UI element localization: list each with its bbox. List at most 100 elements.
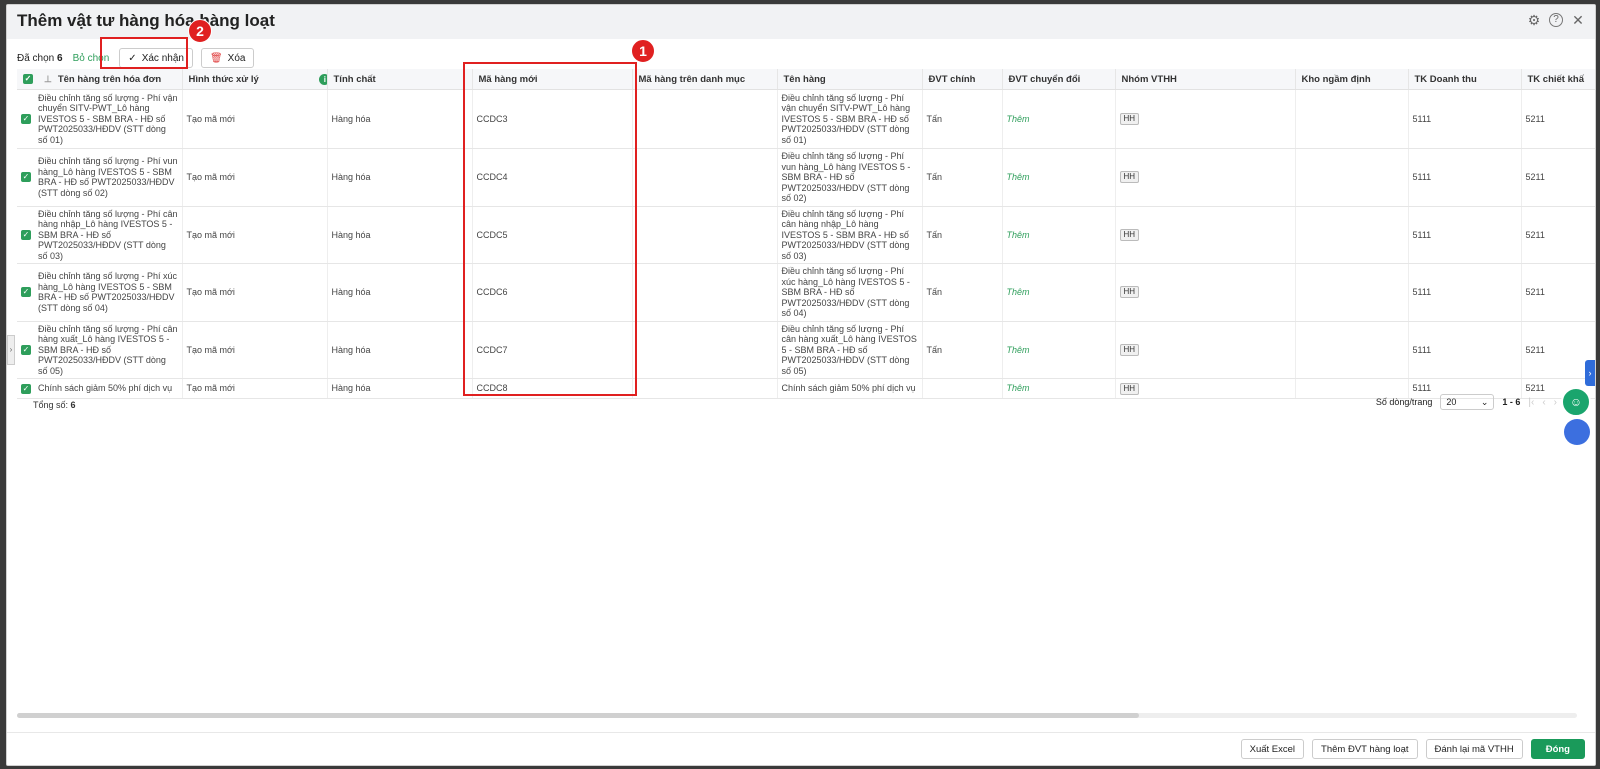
cell-group[interactable]: HH [1115,148,1296,207]
row-checkbox[interactable]: ✓ [21,344,31,355]
cell-catalog-code[interactable] [632,321,778,379]
cell-nature[interactable]: Hàng hóa [327,89,473,149]
select-all-checkbox[interactable]: ✓ [23,74,33,84]
col-revenue-account[interactable]: TK Doanh thu [1408,69,1522,90]
add-unit-link[interactable]: Thêm [1007,230,1030,240]
cell-invoice-name[interactable]: ✓ Điều chỉnh tăng số lượng - Phí vận chuy… [17,89,183,149]
table-row[interactable]: ✓ Điều chỉnh tăng số lượng - Phí cân hàng… [17,206,1595,264]
cell-discount-account[interactable]: 5211 [1521,321,1595,379]
col-warehouse[interactable]: Kho ngầm định [1295,69,1409,90]
row-checkbox[interactable]: ✓ [21,172,31,183]
cell-nature[interactable]: Hàng hóa [327,263,473,322]
first-page-icon[interactable]: |‹ [1528,397,1534,408]
col-method[interactable]: Hình thức xử lý i [182,69,328,90]
cell-revenue-account[interactable]: 5111 [1408,263,1522,322]
next-page-icon[interactable]: › [1554,397,1557,408]
cell-conv-unit[interactable]: Thêm [1002,148,1116,207]
cell-group[interactable]: HH [1115,89,1296,149]
row-checkbox[interactable]: ✓ [21,287,31,298]
assistant-bubble[interactable] [1564,419,1590,445]
help-icon[interactable]: ? [1549,13,1563,27]
cell-discount-account[interactable]: 5211 [1521,148,1595,207]
renumber-button[interactable]: Đánh lại mã VTHH [1425,739,1523,759]
col-conv-unit[interactable]: ĐVT chuyển đổi [1002,69,1116,90]
cell-invoice-name[interactable]: ✓ Điều chỉnh tăng số lượng - Phí xúc hàng… [17,263,183,322]
add-units-button[interactable]: Thêm ĐVT hàng loạt [1312,739,1418,759]
table-row[interactable]: ✓ Điều chỉnh tăng số lượng - Phí vun hàng… [17,148,1595,207]
cell-name[interactable]: Điều chỉnh tăng số lượng - Phí vận chuyể… [777,89,923,149]
col-group[interactable]: Nhóm VTHH [1115,69,1296,90]
cell-unit[interactable]: Tấn [922,263,1003,322]
export-excel-button[interactable]: Xuất Excel [1240,739,1305,759]
cell-name[interactable]: Điều chỉnh tăng số lượng - Phí cân hàng … [777,206,923,264]
row-checkbox[interactable]: ✓ [21,114,31,124]
cell-unit[interactable]: Tấn [922,148,1003,207]
col-unit[interactable]: ĐVT chính [922,69,1003,90]
info-icon[interactable]: i [319,73,326,85]
cell-revenue-account[interactable]: 5111 [1408,321,1522,379]
cell-method[interactable]: Tạo mã mới [182,206,328,264]
cell-catalog-code[interactable] [632,206,778,264]
cell-revenue-account[interactable]: 5111 [1408,206,1522,264]
chat-icon[interactable]: ☺ [1561,387,1591,417]
cell-unit[interactable]: Tấn [922,89,1003,149]
cell-warehouse[interactable] [1295,321,1409,379]
cell-name[interactable]: Điều chỉnh tăng số lượng - Phí cân hàng … [777,321,923,379]
cell-revenue-account[interactable]: 5111 [1408,89,1522,149]
cell-nature[interactable]: Hàng hóa [327,148,473,207]
delete-button[interactable]: 🗑 Xóa [200,48,255,68]
cell-conv-unit[interactable]: Thêm [1002,206,1116,264]
cell-discount-account[interactable]: 5211 [1521,89,1595,149]
scrollbar-thumb[interactable] [17,713,1139,718]
col-invoice-name[interactable]: ✓ ⊥ Tên hàng trên hóa đơn [17,69,183,90]
horizontal-scrollbar[interactable] [17,713,1577,718]
prev-page-icon[interactable]: ‹ [1542,397,1545,408]
col-catalog-code[interactable]: Mã hàng trên danh mục [632,69,778,90]
table-row[interactable]: ✓ Điều chỉnh tăng số lượng - Phí xúc hàng… [17,263,1595,322]
cell-name[interactable]: Điều chỉnh tăng số lượng - Phí xúc hàng_… [777,263,923,322]
cell-nature[interactable]: Hàng hóa [327,206,473,264]
col-name[interactable]: Tên hàng [777,69,923,90]
cell-group[interactable]: HH [1115,263,1296,322]
cell-method[interactable]: Tạo mã mới [182,148,328,207]
add-unit-link[interactable]: Thêm [1007,114,1030,124]
cell-warehouse[interactable] [1295,89,1409,149]
cell-warehouse[interactable] [1295,148,1409,207]
row-checkbox[interactable]: ✓ [21,229,31,240]
pin-icon[interactable]: ⊥ [44,74,52,85]
cell-revenue-account[interactable]: 5111 [1408,148,1522,207]
cell-conv-unit[interactable]: Thêm [1002,263,1116,322]
cell-invoice-name[interactable]: ✓ Điều chỉnh tăng số lượng - Phí vun hàng… [17,148,183,207]
cell-unit[interactable]: Tấn [922,321,1003,379]
cell-invoice-name[interactable]: ✓ Điều chỉnh tăng số lượng - Phí cân hàng… [17,321,183,379]
left-collapse-handle[interactable]: › [7,335,15,365]
table-row[interactable]: ✓ Điều chỉnh tăng số lượng - Phí cân hàng… [17,321,1595,379]
cell-conv-unit[interactable]: Thêm [1002,89,1116,149]
cell-catalog-code[interactable] [632,263,778,322]
gear-icon[interactable]: ⚙ [1527,13,1541,27]
rows-per-page-select[interactable]: 20 ⌄ [1440,394,1495,410]
cell-method[interactable]: Tạo mã mới [182,321,328,379]
table-row[interactable]: ✓ Điều chỉnh tăng số lượng - Phí vận chuy… [17,89,1595,149]
close-icon[interactable]: ✕ [1571,13,1585,27]
cell-conv-unit[interactable]: Thêm [1002,321,1116,379]
cell-group[interactable]: HH [1115,206,1296,264]
cell-group[interactable]: HH [1115,321,1296,379]
right-panel-tab[interactable]: › [1585,360,1595,386]
cell-invoice-name[interactable]: ✓ Điều chỉnh tăng số lượng - Phí cân hàng… [17,206,183,264]
close-button[interactable]: Đóng [1530,739,1585,759]
row-checkbox[interactable]: ✓ [21,383,31,394]
add-unit-link[interactable]: Thêm [1007,287,1030,297]
col-nature[interactable]: Tính chất [327,69,473,90]
cell-name[interactable]: Điều chỉnh tăng số lượng - Phí vun hàng_… [777,148,923,207]
cell-warehouse[interactable] [1295,263,1409,322]
cell-warehouse[interactable] [1295,206,1409,264]
add-unit-link[interactable]: Thêm [1007,383,1030,393]
col-discount-account[interactable]: TK chiết khấ [1521,69,1595,90]
cell-method[interactable]: Tạo mã mới [182,263,328,322]
cell-discount-account[interactable]: 5211 [1521,263,1595,322]
cell-catalog-code[interactable] [632,89,778,149]
cell-catalog-code[interactable] [632,148,778,207]
cell-nature[interactable]: Hàng hóa [327,321,473,379]
cell-method[interactable]: Tạo mã mới [182,89,328,149]
